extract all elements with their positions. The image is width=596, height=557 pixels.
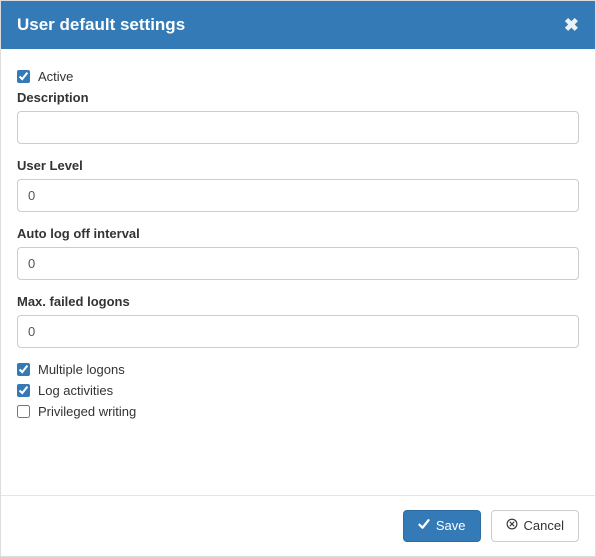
user-level-input[interactable] bbox=[17, 179, 579, 212]
cancel-icon bbox=[506, 518, 518, 534]
active-checkbox[interactable] bbox=[17, 70, 30, 83]
cancel-button-label: Cancel bbox=[524, 518, 564, 534]
active-label: Active bbox=[38, 69, 73, 84]
log-activities-row: Log activities bbox=[17, 383, 579, 398]
user-level-label: User Level bbox=[17, 158, 579, 173]
multiple-logons-label: Multiple logons bbox=[38, 362, 125, 377]
privileged-writing-row: Privileged writing bbox=[17, 404, 579, 419]
description-label: Description bbox=[17, 90, 579, 105]
save-button[interactable]: Save bbox=[403, 510, 481, 542]
cancel-button[interactable]: Cancel bbox=[491, 510, 579, 542]
auto-logoff-label: Auto log off interval bbox=[17, 226, 579, 241]
description-input[interactable] bbox=[17, 111, 579, 144]
auto-logoff-input[interactable] bbox=[17, 247, 579, 280]
max-failed-group: Max. failed logons bbox=[17, 294, 579, 348]
max-failed-label: Max. failed logons bbox=[17, 294, 579, 309]
dialog-title: User default settings bbox=[17, 15, 185, 35]
multiple-logons-checkbox[interactable] bbox=[17, 363, 30, 376]
user-level-group: User Level bbox=[17, 158, 579, 212]
multiple-logons-row: Multiple logons bbox=[17, 362, 579, 377]
max-failed-input[interactable] bbox=[17, 315, 579, 348]
auto-logoff-group: Auto log off interval bbox=[17, 226, 579, 280]
user-default-settings-dialog: User default settings ✖ Active Descripti… bbox=[0, 0, 596, 557]
privileged-writing-label: Privileged writing bbox=[38, 404, 136, 419]
log-activities-checkbox[interactable] bbox=[17, 384, 30, 397]
dialog-header: User default settings ✖ bbox=[1, 1, 595, 49]
save-button-label: Save bbox=[436, 518, 466, 534]
privileged-writing-checkbox[interactable] bbox=[17, 405, 30, 418]
dialog-body: Active Description User Level Auto log o… bbox=[1, 49, 595, 495]
active-row: Active bbox=[17, 69, 579, 84]
description-group: Description bbox=[17, 90, 579, 144]
log-activities-label: Log activities bbox=[38, 383, 113, 398]
check-icon bbox=[418, 518, 430, 534]
dialog-footer: Save Cancel bbox=[1, 495, 595, 556]
close-icon[interactable]: ✖ bbox=[564, 16, 579, 34]
